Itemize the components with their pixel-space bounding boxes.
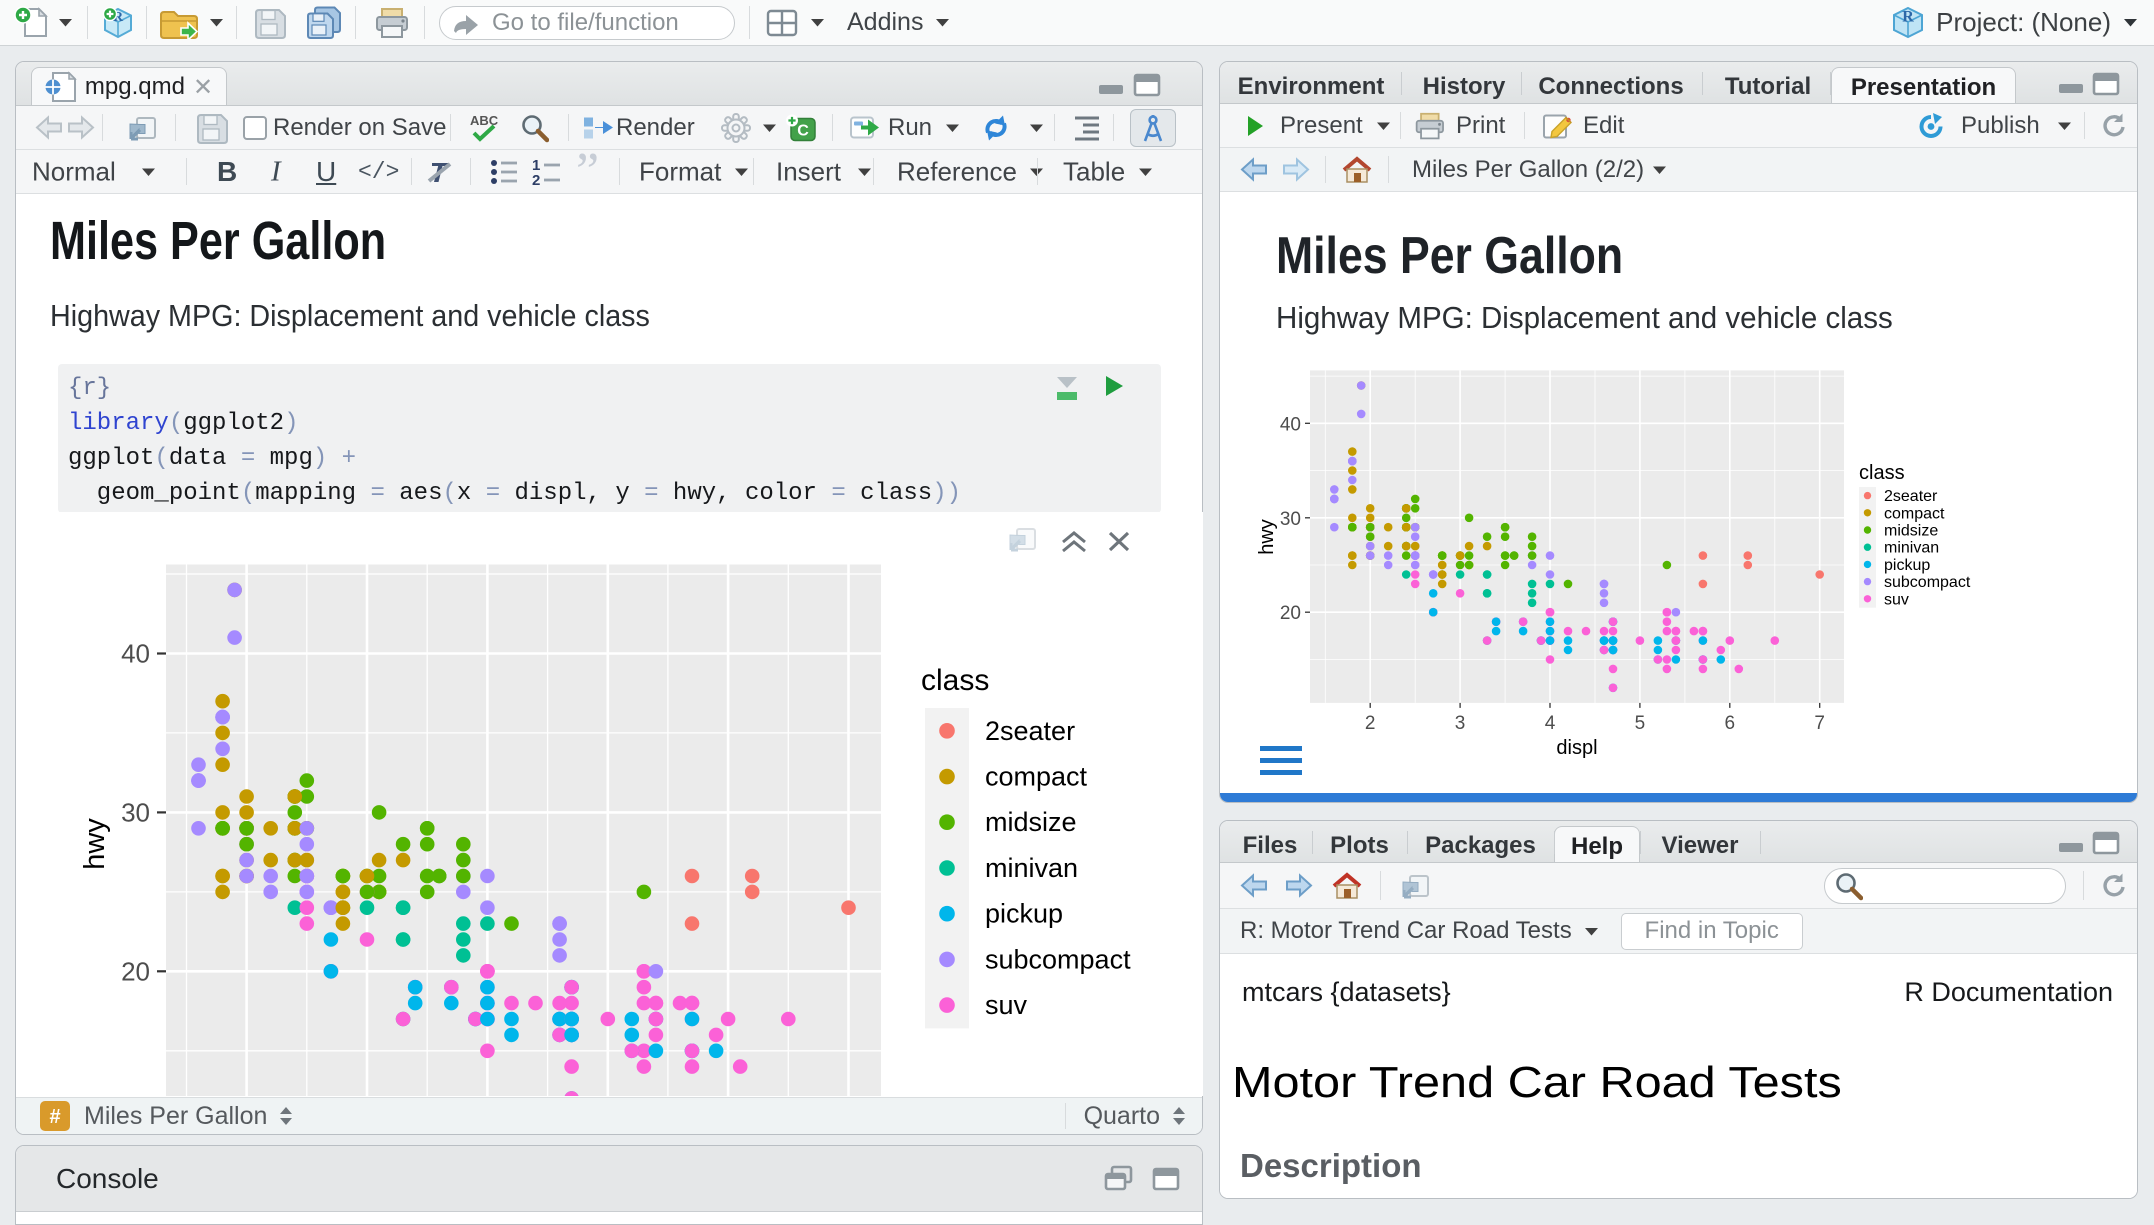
svg-text:2seater: 2seater bbox=[1884, 488, 1938, 505]
svg-text:6: 6 bbox=[1725, 713, 1736, 734]
svg-text:compact: compact bbox=[1884, 505, 1945, 522]
svg-text:pickup: pickup bbox=[1884, 557, 1930, 574]
svg-text:subcompact: subcompact bbox=[1884, 574, 1971, 591]
svg-text:hwy: hwy bbox=[79, 818, 111, 870]
svg-text:2: 2 bbox=[1365, 713, 1376, 734]
svg-text:C: C bbox=[797, 122, 809, 139]
svg-text:30: 30 bbox=[121, 797, 150, 827]
svg-text:40: 40 bbox=[1280, 414, 1301, 435]
svg-text:hwy: hwy bbox=[1256, 519, 1278, 555]
svg-text:midsize: midsize bbox=[985, 807, 1077, 837]
svg-text:7: 7 bbox=[1814, 713, 1825, 734]
svg-text:midsize: midsize bbox=[1884, 523, 1938, 540]
svg-text:class: class bbox=[921, 664, 989, 697]
svg-text:2seater: 2seater bbox=[985, 716, 1075, 746]
svg-text:minivan: minivan bbox=[985, 853, 1078, 883]
svg-text:class: class bbox=[1859, 462, 1905, 484]
svg-text:40: 40 bbox=[121, 639, 150, 669]
svg-text:suv: suv bbox=[985, 990, 1028, 1020]
svg-text:compact: compact bbox=[985, 762, 1088, 792]
svg-text:20: 20 bbox=[121, 956, 150, 986]
svg-text:R: R bbox=[1902, 9, 1914, 26]
svg-text:4: 4 bbox=[1545, 713, 1556, 734]
svg-text:displ: displ bbox=[1556, 737, 1597, 759]
svg-text:30: 30 bbox=[1280, 509, 1301, 530]
svg-text:#: # bbox=[49, 1106, 60, 1128]
svg-text:2: 2 bbox=[532, 172, 540, 187]
svg-text:subcompact: subcompact bbox=[985, 944, 1131, 974]
svg-text:ABC: ABC bbox=[470, 113, 499, 128]
svg-text:3: 3 bbox=[1455, 713, 1466, 734]
svg-text:5: 5 bbox=[1635, 713, 1646, 734]
svg-text:pickup: pickup bbox=[985, 899, 1063, 929]
svg-text:suv: suv bbox=[1884, 591, 1909, 608]
svg-text:20: 20 bbox=[1280, 603, 1301, 624]
svg-text:minivan: minivan bbox=[1884, 540, 1939, 557]
